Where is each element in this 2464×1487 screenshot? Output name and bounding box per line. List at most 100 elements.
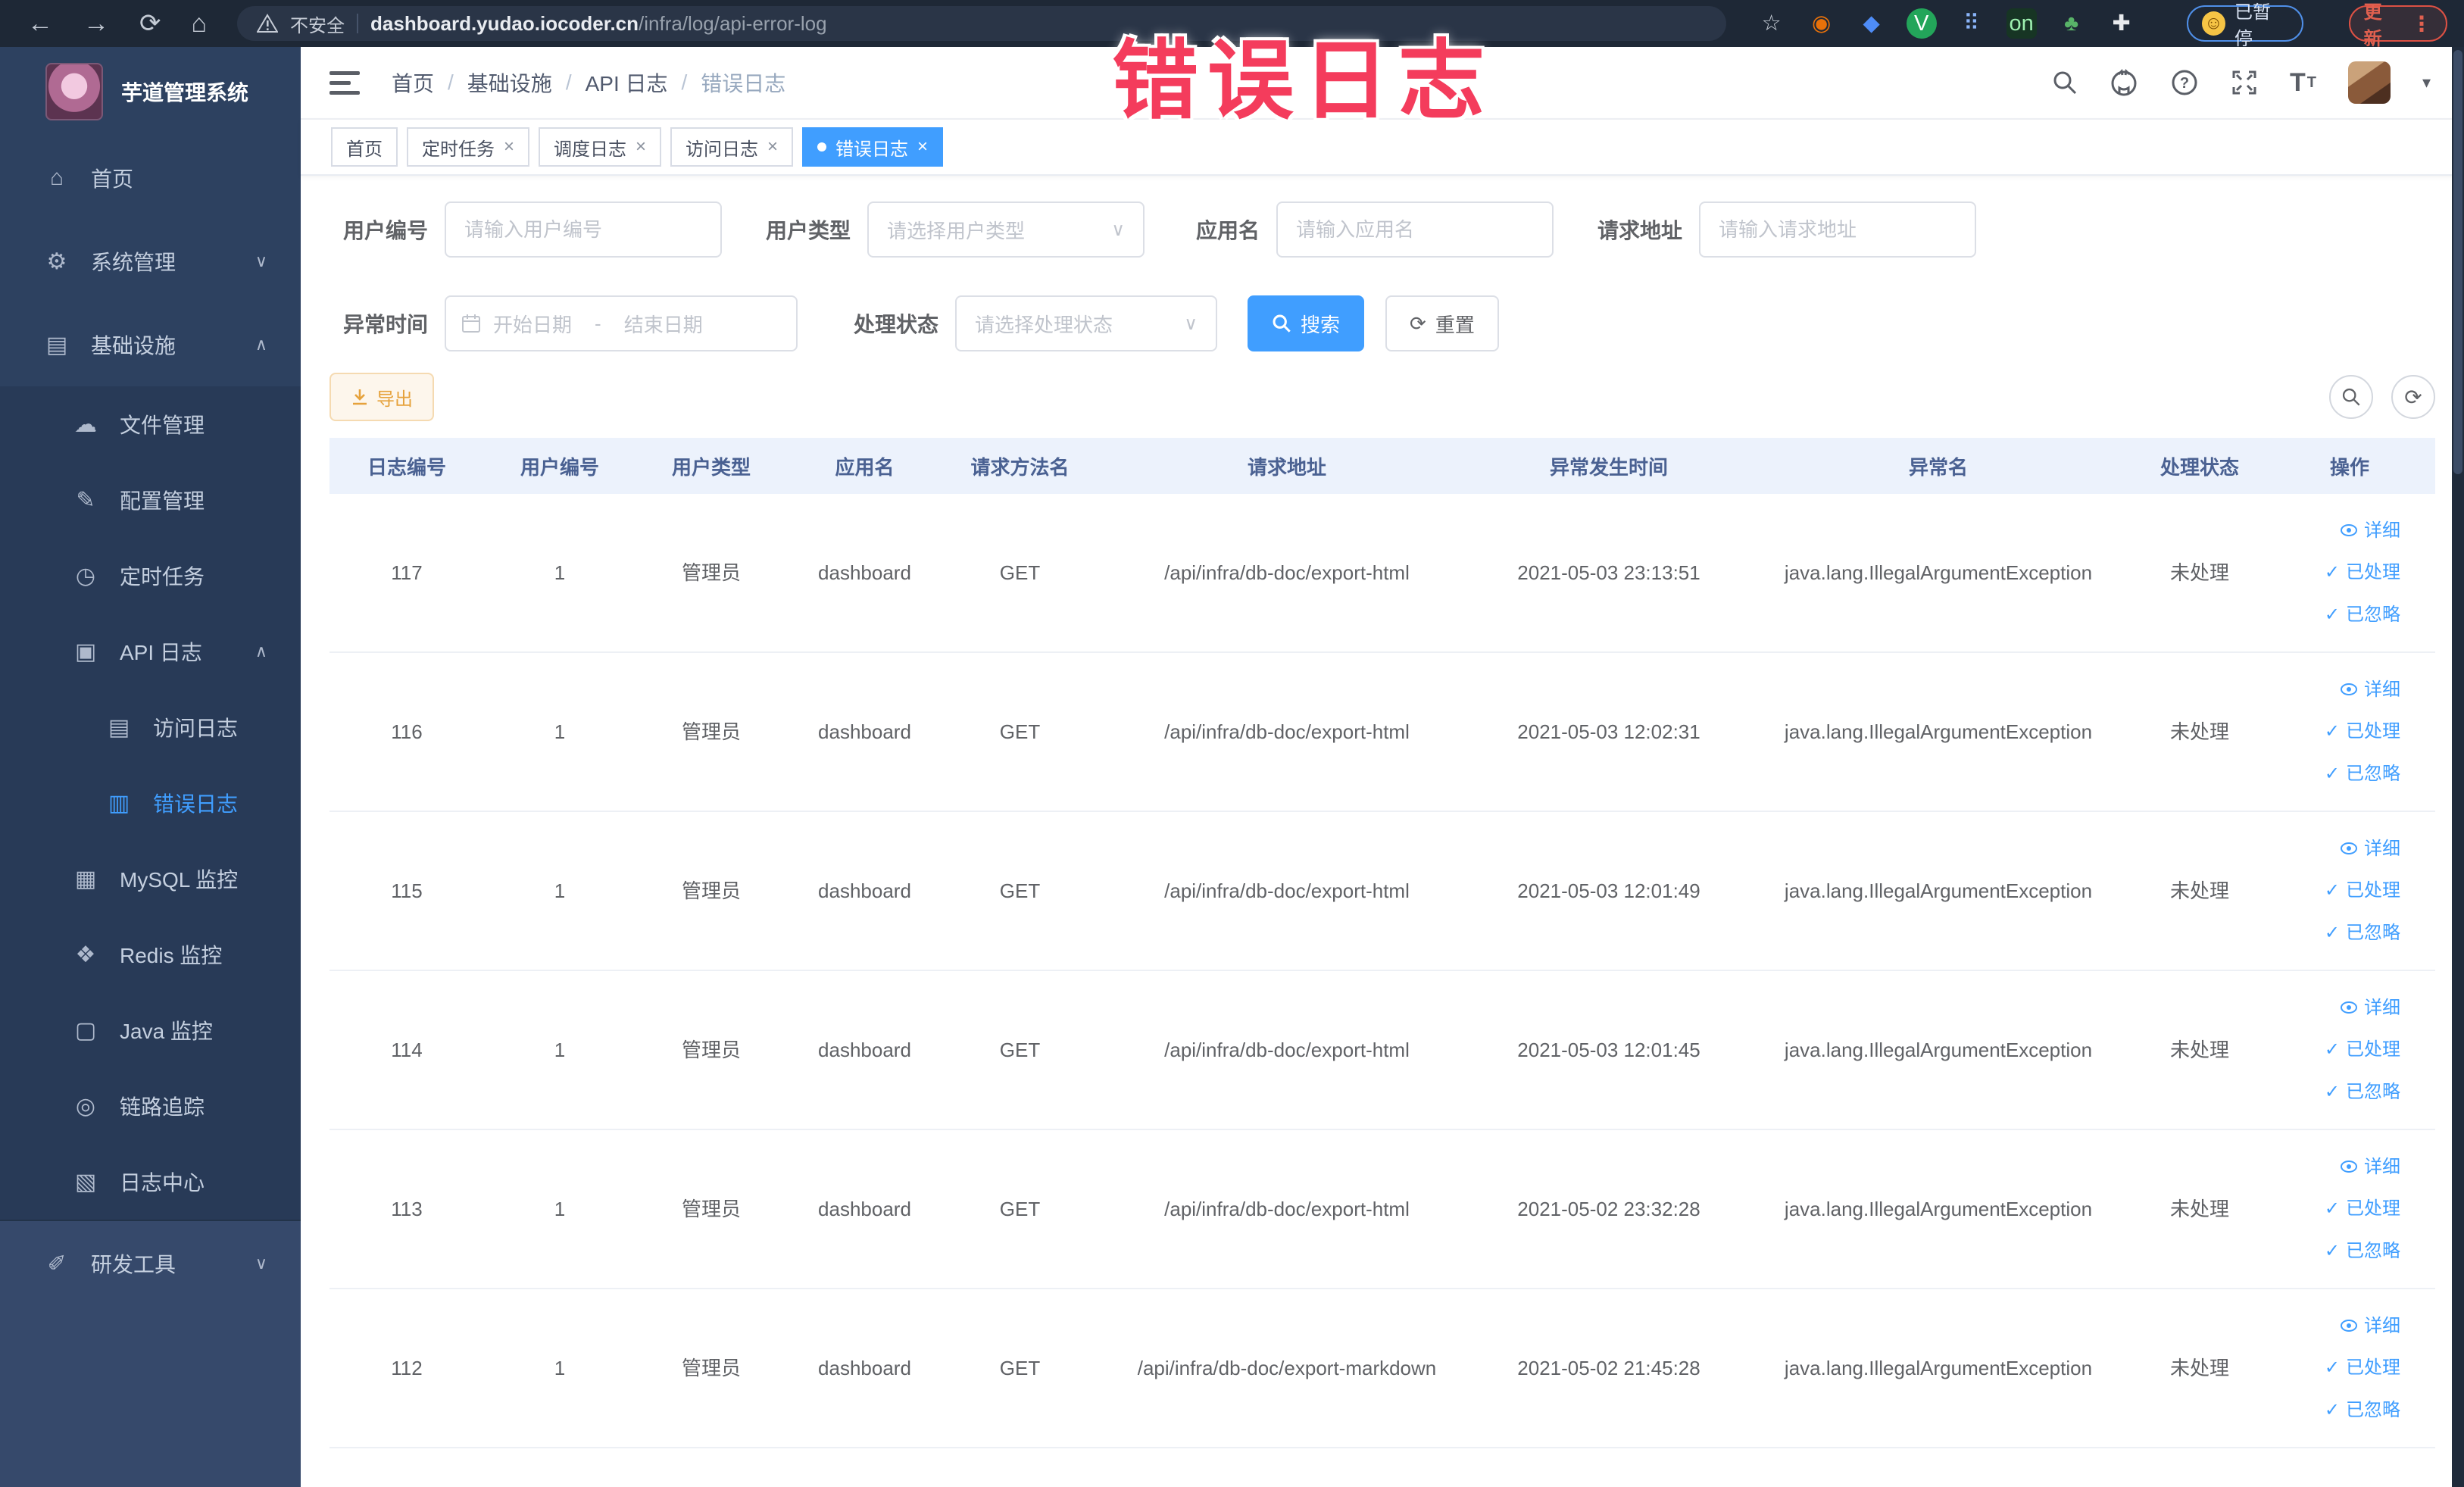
font-size-icon[interactable]: TT (2290, 68, 2316, 98)
search-icon[interactable] (2052, 70, 2078, 95)
refresh-table-button[interactable]: ⟳ (2391, 375, 2435, 419)
mark-processed-link[interactable]: ✓ 已处理 (2325, 878, 2400, 904)
toggle-search-button[interactable] (2329, 375, 2373, 419)
sidebar-item[interactable]: ▧ 日志中心 (0, 1144, 301, 1220)
user-avatar[interactable] (2347, 61, 2391, 104)
cell-exception-name: java.lang.IllegalArgumentException (1784, 1038, 2093, 1061)
browser-extension-icon[interactable]: V (1906, 8, 1937, 39)
breadcrumb-item[interactable]: 错误日志 / (701, 67, 785, 98)
search-button[interactable]: 搜索 (1248, 295, 1365, 351)
breadcrumb-item[interactable]: API 日志 / (586, 67, 701, 98)
mark-ignored-link[interactable]: ✓ 已忽略 (2325, 1079, 2400, 1105)
tag-view-item[interactable]: 调度日志 × (539, 127, 662, 167)
reload-icon[interactable]: ⟳ (139, 11, 161, 36)
back-icon[interactable]: ← (27, 11, 53, 36)
mark-processed-link[interactable]: ✓ 已处理 (2325, 719, 2400, 745)
detail-link[interactable]: 详细 (2340, 677, 2400, 703)
tag-view-item[interactable]: 定时任务 × (407, 127, 530, 167)
mark-processed-link[interactable]: ✓ 已处理 (2325, 560, 2400, 586)
detail-link[interactable]: 详细 (2340, 836, 2400, 862)
github-icon[interactable] (2110, 68, 2138, 97)
scrollbar-thumb[interactable] (2453, 50, 2462, 474)
mark-ignored-link[interactable]: ✓ 已忽略 (2325, 920, 2400, 946)
forward-icon[interactable]: → (83, 11, 109, 36)
home-icon[interactable]: ⌂ (192, 11, 208, 36)
sidebar-item[interactable]: ⌂ 首页 (0, 136, 301, 220)
help-icon[interactable]: ? (2170, 68, 2199, 97)
browser-extension-icon[interactable]: ◆ (1857, 8, 1887, 39)
browser-extension-icon[interactable]: ⠿ (1957, 8, 1987, 39)
user-type-select[interactable]: 请选择用户类型 ∨ (867, 201, 1145, 258)
breadcrumb-item[interactable]: 首页 / (392, 67, 467, 98)
sidebar-item-dev-tools[interactable]: ✐ 研发工具 ∨ (0, 1221, 301, 1306)
browser-extension-icon[interactable]: ♣ (2056, 8, 2087, 39)
address-bar[interactable]: 不安全 dashboard.yudao.iocoder.cn/infra/log… (237, 6, 1726, 41)
detail-link[interactable]: 详细 (2340, 518, 2400, 544)
fullscreen-icon[interactable] (2231, 69, 2258, 96)
table-row[interactable]: 112 1 管理员 dashboard GET /api/infra/db-do… (329, 1289, 2435, 1448)
tag-view-item[interactable]: 首页 × (331, 127, 398, 167)
reset-button[interactable]: ⟳ 重置 (1385, 295, 1499, 351)
mark-processed-link[interactable]: ✓ 已处理 (2325, 1355, 2400, 1381)
sidebar-item[interactable]: ❖ Redis 监控 (0, 917, 301, 992)
browser-extension-icon[interactable]: ◉ (1807, 8, 1837, 39)
close-icon[interactable]: × (767, 136, 778, 158)
sidebar-item[interactable]: ✎ 配置管理 (0, 462, 301, 538)
browser-extension-icon[interactable]: ☆ (1757, 8, 1787, 39)
security-label[interactable]: 不安全 (290, 11, 345, 37)
close-icon[interactable]: × (917, 136, 928, 158)
browser-extension-icon[interactable]: on (2006, 8, 2037, 39)
sidebar-item[interactable]: ◎ 链路追踪 (0, 1068, 301, 1144)
tag-view-item[interactable]: 错误日志 × (802, 127, 944, 167)
mark-processed-link[interactable]: ✓ 已处理 (2325, 1037, 2400, 1063)
sidebar-item[interactable]: ▢ Java 监控 (0, 992, 301, 1068)
tag-view-item[interactable]: 访问日志 × (670, 127, 794, 167)
sidebar-item[interactable]: ▣ API 日志 ∧ (0, 614, 301, 689)
mark-processed-link[interactable]: ✓ 已处理 (2325, 1196, 2400, 1222)
start-date-placeholder[interactable]: 开始日期 (493, 310, 572, 338)
request-url-input[interactable] (1699, 201, 1976, 258)
sidebar-item[interactable]: ▤ 基础设施 ∧ (0, 303, 301, 386)
kebab-menu-icon[interactable]: ⋮ (2411, 11, 2432, 36)
sidebar-footer: ✐ 研发工具 ∨ (0, 1220, 301, 1487)
close-icon[interactable]: × (504, 136, 514, 158)
exception-time-range-picker[interactable]: 开始日期 - 结束日期 (445, 295, 798, 351)
paused-chip[interactable]: ☺ 已暂停 (2186, 2, 2303, 49)
sidebar-item[interactable]: ▤ 访问日志 (0, 689, 301, 765)
process-status-select[interactable]: 请选择处理状态 ∨ (955, 295, 1217, 351)
sidebar-item[interactable]: ⚙ 系统管理 ∨ (0, 220, 301, 303)
sidebar-item[interactable]: ▥ 错误日志 (0, 765, 301, 841)
page-scrollbar[interactable] (2452, 47, 2464, 1487)
detail-link[interactable]: 详细 (2340, 1154, 2400, 1180)
sidebar-item[interactable]: ☁ 文件管理 (0, 386, 301, 462)
mark-ignored-link[interactable]: ✓ 已忽略 (2325, 1239, 2400, 1264)
mark-ignored-link[interactable]: ✓ 已忽略 (2325, 602, 2400, 628)
sidebar-item[interactable]: ▦ MySQL 监控 (0, 841, 301, 917)
breadcrumb-item[interactable]: 基础设施 / (467, 67, 586, 98)
url-text[interactable]: dashboard.yudao.iocoder.cn/infra/log/api… (370, 12, 827, 36)
mark-ignored-link[interactable]: ✓ 已忽略 (2325, 761, 2400, 787)
table-row[interactable]: 115 1 管理员 dashboard GET /api/infra/db-do… (329, 812, 2435, 971)
table-row[interactable]: 117 1 管理员 dashboard GET /api/infra/db-do… (329, 494, 2435, 653)
hamburger-menu-button[interactable] (329, 70, 360, 95)
end-date-placeholder[interactable]: 结束日期 (624, 310, 703, 338)
cell-user-id: 1 (554, 561, 566, 584)
user-id-input[interactable] (445, 201, 722, 258)
app-logo-row[interactable]: 芋道管理系统 (0, 47, 301, 136)
cell-process-status: 未处理 (2169, 1356, 2229, 1379)
table-row[interactable]: 116 1 管理员 dashboard GET /api/infra/db-do… (329, 653, 2435, 812)
close-icon[interactable]: × (636, 136, 646, 158)
app-name-input[interactable] (1276, 201, 1554, 258)
mark-ignored-link[interactable]: ✓ 已忽略 (2325, 1398, 2400, 1423)
cell-actions: 详细 ✓ 已处理 ✓ 已忽略 (2264, 653, 2435, 811)
table-row[interactable]: 113 1 管理员 dashboard GET /api/infra/db-do… (329, 1130, 2435, 1289)
detail-link[interactable]: 详细 (2340, 995, 2400, 1021)
table-row[interactable]: 114 1 管理员 dashboard GET /api/infra/db-do… (329, 971, 2435, 1130)
page-content: 用户编号 用户类型 请选择用户类型 ∨ 应用名 请求地址 异常时间 (301, 176, 2464, 1487)
sidebar-item[interactable]: ◷ 定时任务 (0, 538, 301, 614)
export-button[interactable]: 导出 (329, 373, 434, 421)
browser-extension-icon[interactable]: ✚ (2106, 8, 2137, 39)
chrome-update-button[interactable]: 更新 ⋮ (2348, 2, 2447, 49)
detail-link[interactable]: 详细 (2340, 1314, 2400, 1339)
avatar-caret-down-icon[interactable]: ▾ (2422, 73, 2431, 92)
